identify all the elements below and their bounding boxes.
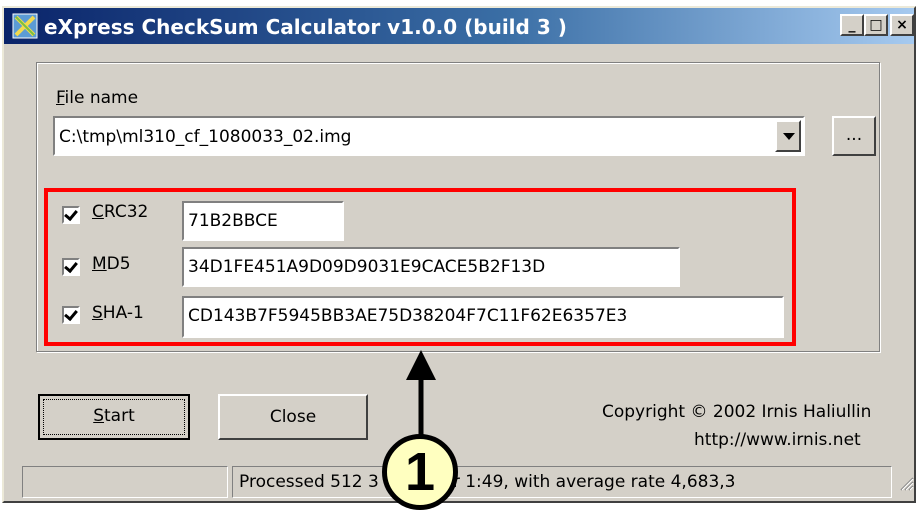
close-button[interactable]: Close bbox=[218, 394, 368, 440]
callout-number: 1 bbox=[382, 434, 458, 510]
file-path-value: C:\tmp\ml310_cf_1080033_02.img bbox=[59, 127, 352, 147]
window-title: eXpress CheckSum Calculator v1.0.0 (buil… bbox=[44, 15, 567, 39]
file-name-label: File name bbox=[56, 88, 139, 108]
status-panel-left bbox=[22, 466, 228, 498]
start-button[interactable]: Start bbox=[38, 394, 190, 440]
chevron-down-icon[interactable] bbox=[775, 120, 801, 152]
app-logo-icon bbox=[12, 13, 38, 39]
file-path-combo[interactable]: C:\tmp\ml310_cf_1080033_02.img bbox=[53, 116, 805, 156]
minimize-icon: _ bbox=[848, 17, 856, 33]
resize-grip-icon[interactable] bbox=[897, 472, 915, 492]
browse-button-label: ... bbox=[845, 125, 863, 145]
maximize-button[interactable]: □ bbox=[864, 14, 888, 36]
maximize-icon: □ bbox=[869, 17, 883, 33]
website-link[interactable]: http://www.irnis.net bbox=[694, 430, 861, 450]
status-text: Processed 512 3 bytes for 1:49, with ave… bbox=[232, 466, 892, 498]
close-button-label: Close bbox=[269, 407, 317, 427]
minimize-button[interactable]: _ bbox=[840, 14, 864, 36]
browse-button[interactable]: ... bbox=[832, 116, 876, 156]
title-bar[interactable]: eXpress CheckSum Calculator v1.0.0 (buil… bbox=[4, 8, 914, 44]
copyright-text: Copyright © 2002 Irnis Haliullin bbox=[602, 402, 872, 422]
highlight-box bbox=[44, 188, 796, 346]
close-icon: × bbox=[896, 17, 908, 33]
start-button-label: Start bbox=[93, 406, 135, 426]
close-window-button[interactable]: × bbox=[890, 14, 914, 36]
